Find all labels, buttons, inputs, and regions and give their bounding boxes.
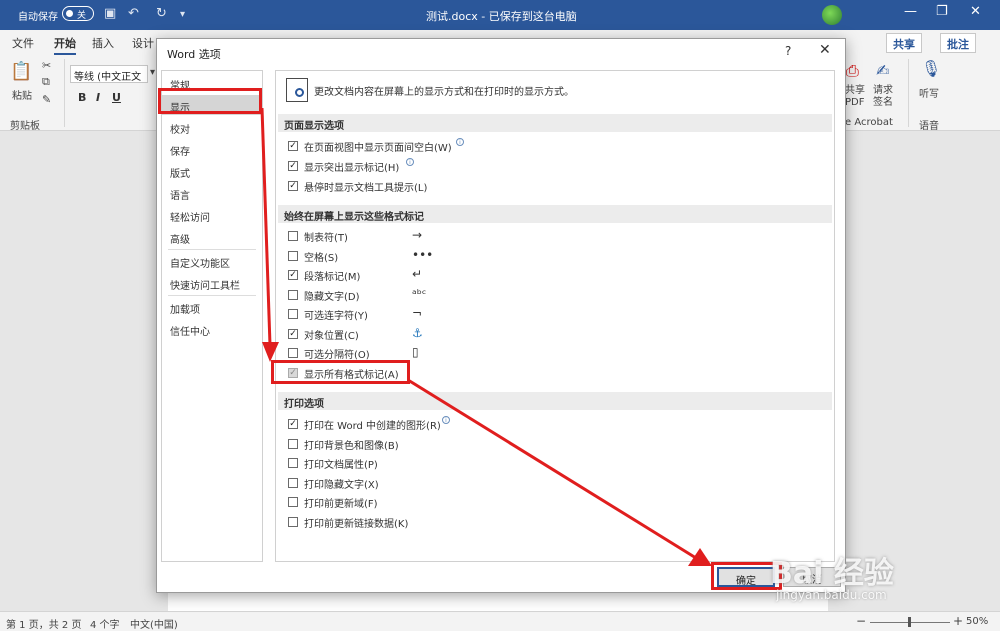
baidu-watermark: Bai 经验 jingyan.baidu.com: [770, 548, 998, 608]
watermark-main: Bai 经验: [770, 556, 894, 591]
arrow-line-2: [407, 378, 697, 560]
arrowhead-1: [262, 342, 279, 362]
annotation-arrows: [260, 107, 712, 566]
watermark-url: jingyan.baidu.com: [776, 588, 887, 602]
arrow-line-1: [260, 107, 272, 346]
